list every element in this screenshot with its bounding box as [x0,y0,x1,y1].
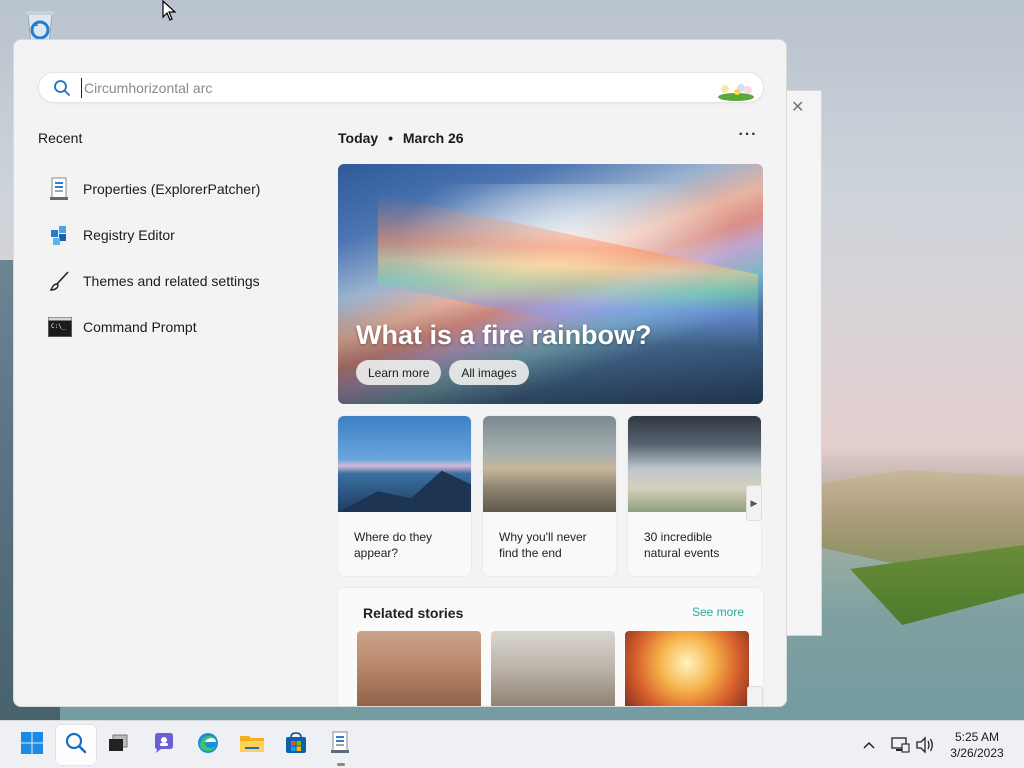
recent-item-label: Properties (ExplorerPatcher) [83,181,261,197]
task-view-button[interactable] [98,725,138,765]
all-images-button[interactable]: All images [449,360,529,385]
highlight-card[interactable]: 30 incredible natural events [628,416,761,576]
registry-editor-icon [48,223,72,247]
card-caption: Why you'll never find the end [499,530,587,560]
search-highlights-date: Today • March 26 [338,130,464,146]
svg-text:C:\_: C:\_ [51,323,66,330]
recent-item-label: Themes and related settings [83,273,260,289]
taskbar: 5:25 AM 3/26/2023 [0,720,1024,768]
more-options-icon[interactable]: ··· [736,126,760,146]
running-indicator [337,763,345,766]
hero-buttons: Learn more All images [356,360,529,385]
related-story-image[interactable] [491,631,615,706]
mountain-shape [338,470,471,512]
related-next-arrow-icon[interactable] [747,686,763,706]
hero-title[interactable]: What is a fire rainbow? [356,320,652,351]
store-button[interactable] [276,725,316,765]
properties-app-icon [329,731,351,760]
card-image [628,416,761,512]
next-arrow-icon[interactable]: ▶ [746,485,762,521]
network-icon[interactable] [890,735,910,755]
card-caption: 30 incredible natural events [644,530,720,560]
today-label: Today [338,130,379,146]
related-images [357,631,749,706]
card-caption: Where do they appear? [354,530,433,560]
search-box[interactable] [38,72,764,103]
recent-heading: Recent [38,130,83,146]
search-input[interactable] [81,78,701,98]
mouse-cursor-icon [162,0,178,22]
highlight-card[interactable]: Why you'll never find the end [483,416,616,576]
see-more-link[interactable]: See more [692,605,744,619]
clock-time: 5:25 AM [954,730,1000,744]
related-stories: Related stories See more [338,588,763,706]
hero-card[interactable]: What is a fire rainbow? Learn more All i… [338,164,763,404]
chat-icon [152,731,176,760]
search-panel: Recent Properties (ExplorerPatcher) [13,39,787,707]
file-explorer-icon [239,732,265,759]
date-separator: • [388,130,393,146]
command-prompt-icon: C:\_ [48,315,72,339]
highlight-card[interactable]: Where do they appear? [338,416,471,576]
recent-list: Properties (ExplorerPatcher) Registry Ed… [48,166,308,350]
recent-item-label: Registry Editor [83,227,175,243]
start-button[interactable] [12,725,52,765]
chat-button[interactable] [144,725,184,765]
search-icon [64,731,88,760]
properties-icon [48,177,72,201]
edge-button[interactable] [188,725,228,765]
volume-icon[interactable] [915,735,935,755]
recent-item-command-prompt[interactable]: C:\_ Command Prompt [48,304,308,350]
recent-item-label: Command Prompt [83,319,197,335]
card-image [483,416,616,512]
clock[interactable]: 5:25 AM 3/26/2023 [944,729,1010,761]
start-icon [20,731,44,760]
recent-item-themes[interactable]: Themes and related settings [48,258,308,304]
properties-taskbar-button[interactable] [320,725,360,765]
store-icon [284,731,308,760]
date-label: March 26 [402,130,464,146]
close-icon[interactable]: ✕ [791,97,804,117]
search-taskbar-button[interactable] [56,725,96,765]
recent-item-properties[interactable]: Properties (ExplorerPatcher) [48,166,308,212]
task-view-icon [107,733,129,758]
chevron-up-icon[interactable] [859,735,879,755]
recent-item-registry-editor[interactable]: Registry Editor [48,212,308,258]
search-highlight-flowers-icon[interactable] [715,77,757,101]
search-icon [53,79,71,97]
learn-more-button[interactable]: Learn more [356,360,442,385]
highlight-cards: Where do they appear? Why you'll never f… [338,416,763,576]
edge-icon [196,731,220,760]
related-story-image[interactable] [625,631,749,706]
related-story-image[interactable] [357,631,481,706]
related-stories-title: Related stories [363,605,464,621]
brush-icon [48,269,72,293]
clock-date: 3/26/2023 [950,746,1004,760]
card-image [338,416,471,512]
file-explorer-button[interactable] [232,725,272,765]
